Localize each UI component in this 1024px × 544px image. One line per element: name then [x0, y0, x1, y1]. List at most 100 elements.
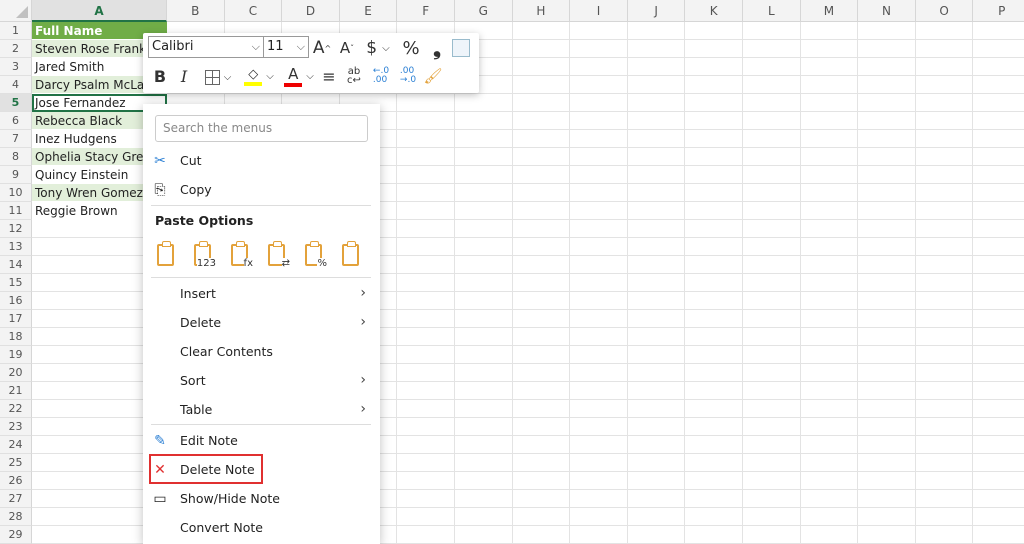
cell[interactable] [743, 418, 801, 436]
cell[interactable] [915, 220, 974, 238]
wrap-text-icon[interactable]: ab c↩ [343, 65, 365, 87]
cell[interactable] [973, 526, 1024, 544]
paste-icon[interactable] [155, 241, 179, 269]
cell[interactable] [455, 382, 513, 400]
cell[interactable] [685, 328, 743, 346]
column-header[interactable]: D [282, 0, 340, 22]
row-header[interactable]: 10 [0, 184, 32, 202]
cell[interactable] [512, 436, 571, 454]
cell[interactable] [685, 508, 743, 526]
cell[interactable] [973, 76, 1024, 94]
cell[interactable] [800, 40, 859, 58]
row-header[interactable]: 8 [0, 148, 32, 166]
cell[interactable] [743, 40, 801, 58]
cell[interactable] [915, 418, 974, 436]
cell[interactable] [397, 166, 455, 184]
row-header[interactable]: 24 [0, 436, 32, 454]
cell[interactable] [973, 94, 1024, 112]
column-header[interactable]: G [455, 0, 513, 22]
cell[interactable] [858, 94, 916, 112]
cell[interactable] [915, 256, 974, 274]
cell[interactable] [397, 148, 455, 166]
cell[interactable] [973, 184, 1024, 202]
font-name-dropdown[interactable]: Calibri ⌵ [148, 36, 264, 58]
cell[interactable] [743, 256, 801, 274]
borders-button[interactable]: ⌵ [201, 67, 235, 87]
cell[interactable] [858, 274, 916, 292]
cell[interactable] [743, 472, 801, 490]
cell[interactable] [915, 166, 974, 184]
cell[interactable] [858, 22, 916, 40]
cell[interactable] [455, 508, 513, 526]
cell[interactable] [455, 490, 513, 508]
cell[interactable] [570, 256, 628, 274]
cell[interactable] [570, 346, 628, 364]
cell[interactable] [800, 58, 859, 76]
cell[interactable] [570, 364, 628, 382]
cell[interactable] [800, 130, 859, 148]
menu-item-cut[interactable]: ✂ Cut [143, 146, 380, 175]
cell[interactable] [915, 310, 974, 328]
cell[interactable] [743, 22, 801, 40]
cell[interactable] [397, 112, 455, 130]
cell[interactable] [973, 112, 1024, 130]
cell[interactable] [455, 400, 513, 418]
cell[interactable] [915, 292, 974, 310]
row-header[interactable]: 4 [0, 76, 32, 94]
cell[interactable] [743, 166, 801, 184]
cell[interactable] [973, 58, 1024, 76]
cell[interactable] [455, 256, 513, 274]
cell[interactable] [512, 454, 571, 472]
cell[interactable] [858, 238, 916, 256]
row-header[interactable]: 18 [0, 328, 32, 346]
cell[interactable] [627, 112, 686, 130]
cell[interactable] [685, 184, 743, 202]
select-all-corner[interactable] [0, 0, 32, 22]
column-header[interactable]: C [224, 0, 283, 22]
cell[interactable] [570, 58, 628, 76]
cell[interactable] [627, 76, 686, 94]
row-header[interactable]: 28 [0, 508, 32, 526]
cell[interactable] [685, 40, 743, 58]
cell[interactable] [743, 76, 801, 94]
row-header[interactable]: 16 [0, 292, 32, 310]
cell[interactable] [455, 202, 513, 220]
percent-style-button[interactable]: % [399, 37, 423, 59]
cell[interactable] [685, 400, 743, 418]
cell[interactable] [858, 418, 916, 436]
cell[interactable] [570, 508, 628, 526]
cell[interactable] [800, 490, 859, 508]
cell[interactable] [743, 382, 801, 400]
cell[interactable] [743, 328, 801, 346]
cell[interactable] [685, 454, 743, 472]
cell[interactable] [455, 94, 513, 112]
cell[interactable] [743, 346, 801, 364]
cell[interactable] [512, 238, 571, 256]
cell[interactable] [512, 346, 571, 364]
cell[interactable] [973, 238, 1024, 256]
cell[interactable] [627, 472, 686, 490]
cell[interactable] [627, 238, 686, 256]
row-header[interactable]: 19 [0, 346, 32, 364]
cell[interactable] [512, 112, 571, 130]
menu-item-copy[interactable]: ⎘ Copy [143, 175, 380, 204]
menu-item-table[interactable]: Table › [143, 395, 380, 424]
cell[interactable] [685, 382, 743, 400]
cell[interactable] [512, 418, 571, 436]
merge-center-icon[interactable] [452, 39, 470, 57]
cell[interactable] [973, 310, 1024, 328]
cell[interactable] [512, 310, 571, 328]
row-header[interactable]: 21 [0, 382, 32, 400]
row-header[interactable]: 5 [0, 94, 32, 112]
cell[interactable] [800, 202, 859, 220]
row-header[interactable]: 12 [0, 220, 32, 238]
cell[interactable] [858, 184, 916, 202]
cell[interactable] [800, 256, 859, 274]
cell[interactable] [512, 292, 571, 310]
cell[interactable] [743, 238, 801, 256]
cell[interactable] [800, 238, 859, 256]
cell[interactable] [627, 436, 686, 454]
cell[interactable] [627, 346, 686, 364]
row-header[interactable]: 2 [0, 40, 32, 58]
cell[interactable] [397, 184, 455, 202]
